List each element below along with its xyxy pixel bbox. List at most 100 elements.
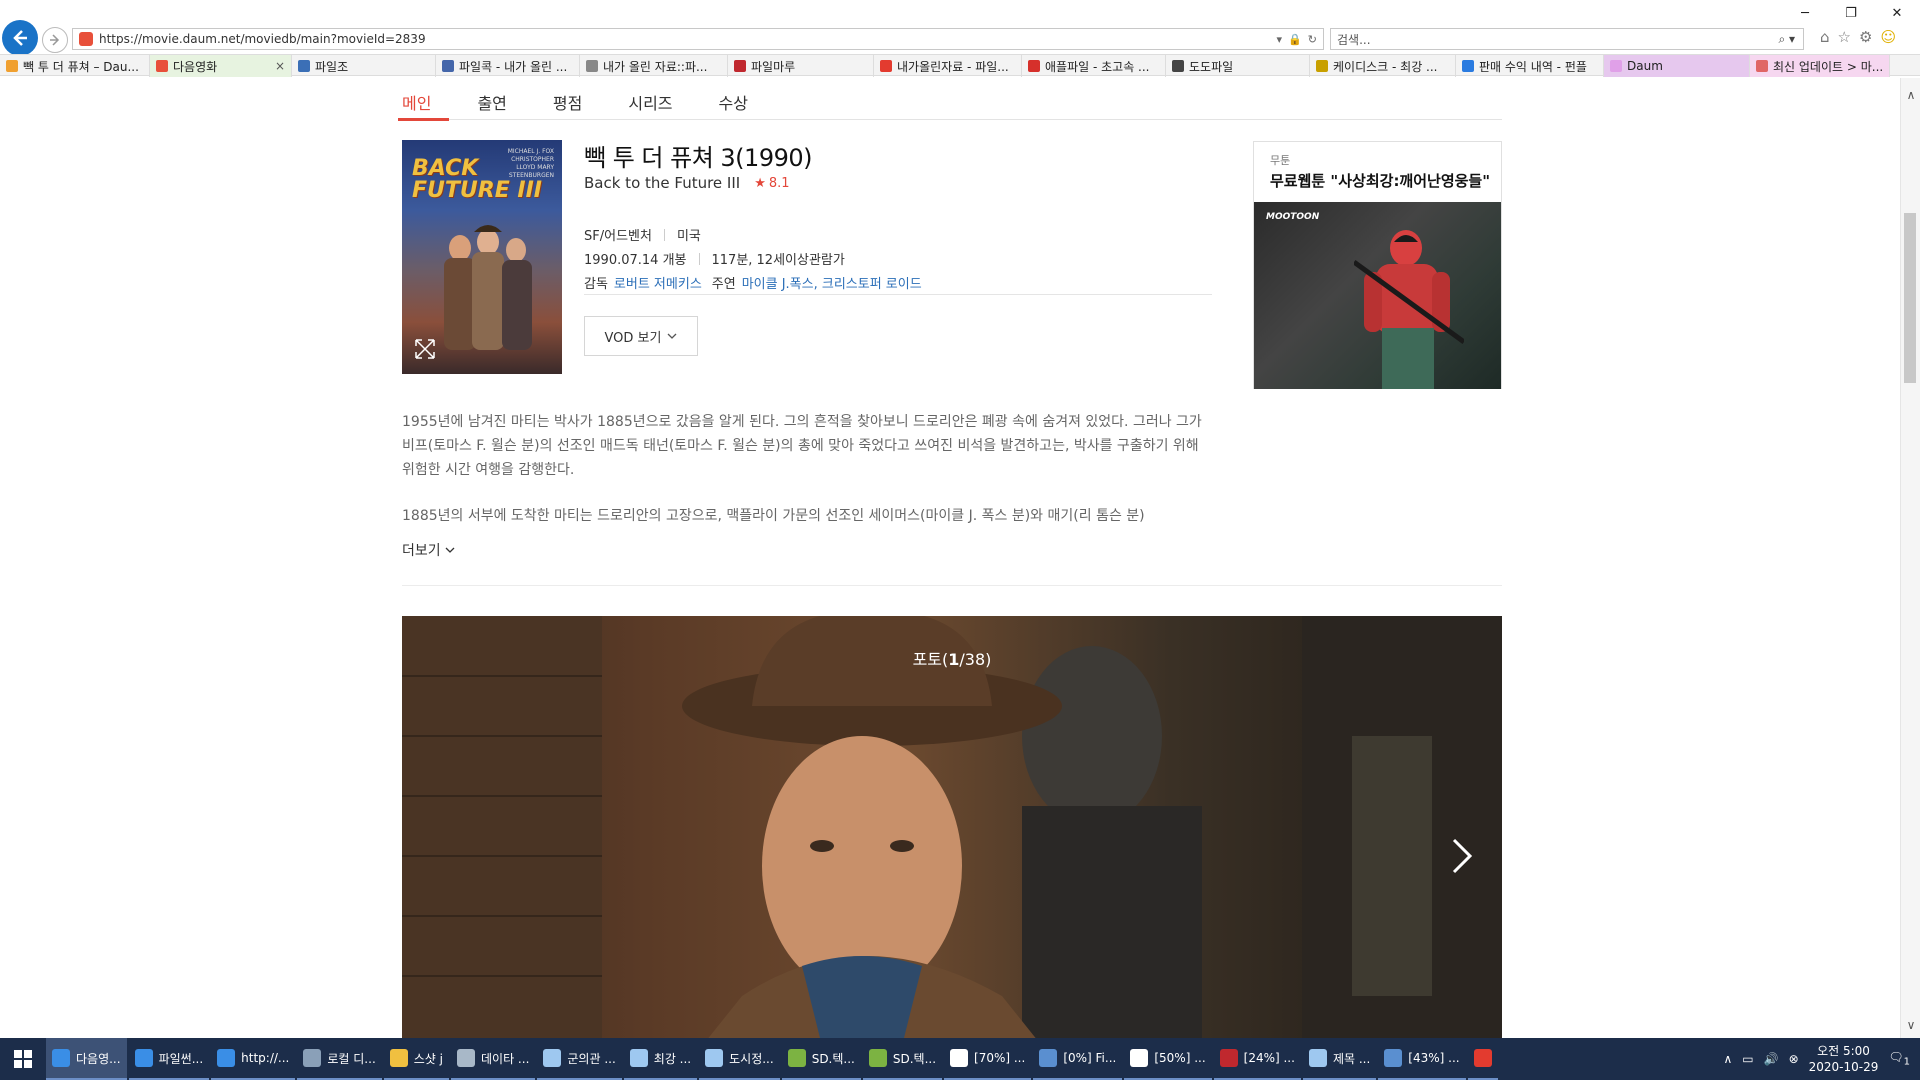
ad-title[interactable]: 무료웹툰 "사상최강:깨어난영웅들" (1270, 170, 1490, 191)
ad-image[interactable]: MOOTOON (1254, 202, 1501, 389)
refresh-icon[interactable]: ↻ (1308, 33, 1317, 46)
taskbar-item[interactable]: 최강 ... (623, 1038, 698, 1080)
taskbar-item[interactable]: 제목 ... (1302, 1038, 1377, 1080)
browser-tab[interactable]: 애플파일 - 초고속 ... (1022, 55, 1166, 77)
app-icon (629, 1049, 648, 1067)
browser-tab[interactable]: 내가 올린 자료::파... (580, 55, 728, 77)
taskbar-item[interactable]: 다음영... (46, 1038, 127, 1080)
browser-tab[interactable]: 내가올린자료 - 파일... (874, 55, 1022, 77)
taskbar-item[interactable]: [0%] Fi... (1033, 1038, 1123, 1080)
address-bar[interactable]: https://movie.daum.net/moviedb/main?movi… (72, 28, 1324, 50)
app-icon (705, 1049, 724, 1067)
tab-label: 빽 투 더 퓨쳐 – Dau... (23, 59, 139, 74)
volume-icon[interactable]: 🔊 (1764, 1052, 1779, 1066)
network-icon[interactable]: ▭ (1742, 1052, 1753, 1066)
taskbar-item[interactable]: [50%] ... (1124, 1038, 1212, 1080)
taskbar-item-label: [70%] ... (974, 1051, 1026, 1065)
vod-button[interactable]: VOD 보기 (584, 316, 698, 356)
notification-icon[interactable]: 🗨1 (1888, 1050, 1910, 1067)
search-icon[interactable]: ⌕ ▾ (1778, 32, 1803, 47)
director-label: 감독 (584, 277, 608, 292)
taskbar-item-label: [50%] ... (1154, 1051, 1206, 1065)
browser-tab[interactable]: 빽 투 더 퓨쳐 – Dau... (0, 55, 150, 77)
forward-button[interactable] (42, 27, 68, 53)
search-placeholder: 검색... (1337, 32, 1371, 47)
director-link[interactable]: 로버트 저메키스 (614, 273, 702, 292)
app-icon (52, 1049, 70, 1067)
smiley-feedback-icon[interactable]: ☺ (1880, 28, 1896, 46)
app-icon (303, 1049, 322, 1067)
browser-chrome: https://movie.daum.net/moviedb/main?movi… (0, 0, 1920, 78)
minimize-button[interactable]: ─ (1782, 0, 1828, 26)
app-icon (1039, 1049, 1058, 1067)
taskbar-item[interactable]: [43%] ... (1378, 1038, 1466, 1080)
taskbar-item[interactable] (1467, 1038, 1498, 1080)
site-favicon-icon (79, 32, 93, 46)
taskbar-item[interactable]: 파일썬... (128, 1038, 210, 1080)
tray-expand-icon[interactable]: ∧ (1723, 1052, 1732, 1066)
app-icon (950, 1049, 969, 1067)
browser-tab[interactable]: 다음영화 × (150, 55, 292, 77)
ad-brand-logo: MOOTOON (1266, 212, 1320, 222)
taskbar-item[interactable]: [70%] ... (944, 1038, 1032, 1080)
advertisement-banner[interactable]: 무툰 무료웹툰 "사상최강:깨어난영웅들" MOOTOON (1253, 141, 1502, 389)
lock-icon[interactable]: 🔒 (1288, 33, 1302, 46)
taskbar-item-label: 군의관 ... (567, 1051, 616, 1066)
settings-gear-icon[interactable]: ⚙ (1859, 28, 1872, 46)
browser-tab[interactable]: 케이디스크 - 최강 ... (1310, 55, 1456, 77)
taskbar-item[interactable]: SD.텍... (781, 1038, 861, 1080)
start-button[interactable] (0, 1038, 46, 1080)
dropdown-icon[interactable]: ▾ (1277, 33, 1283, 46)
tab-close-icon[interactable]: × (267, 59, 285, 73)
taskbar-item[interactable]: http://... (211, 1038, 296, 1080)
taskbar-item[interactable]: SD.텍... (862, 1038, 943, 1080)
clock[interactable]: 오전 5:00 2020-10-29 (1809, 1043, 1879, 1075)
taskbar-item[interactable]: 데이타 ... (451, 1038, 536, 1080)
windows-taskbar: 다음영... 파일썬... http://... 로컬 디... 스샷 j 데이타 ...… (0, 1038, 1920, 1080)
tab-label: 다음영화 (173, 59, 218, 74)
browser-tab[interactable]: 파일마루 (728, 55, 874, 77)
taskbar-item[interactable]: [24%] ... (1213, 1038, 1301, 1080)
taskbar-item-label: SD.텍... (892, 1051, 937, 1066)
browser-tab[interactable]: 도도파일 (1166, 55, 1310, 77)
synopsis: 1955년에 남겨진 마티는 박사가 1885년으로 갔음을 알게 된다. 그의… (402, 410, 1210, 550)
scroll-thumb[interactable] (1904, 213, 1916, 383)
expand-icon[interactable] (414, 338, 436, 360)
photo-slider[interactable]: 포토(1/38) (402, 616, 1502, 1038)
close-window-button[interactable]: ✕ (1874, 0, 1920, 26)
ime-icon[interactable]: ⊗ (1789, 1052, 1799, 1066)
taskbar-item[interactable]: 도시정... (699, 1038, 780, 1080)
scroll-up-icon[interactable]: ∧ (1901, 88, 1920, 102)
taskbar-item[interactable]: 군의관 ... (537, 1038, 622, 1080)
cast-link[interactable]: 마이클 J.폭스, 크리스토퍼 로이드 (742, 273, 922, 292)
restore-button[interactable]: ❐ (1828, 0, 1874, 26)
back-button[interactable] (2, 20, 38, 56)
tab-menu-item[interactable]: 시리즈 (628, 78, 672, 120)
vertical-scrollbar[interactable]: ∧ ∨ (1900, 78, 1920, 1038)
taskbar-item[interactable]: 스샷 j (383, 1038, 449, 1080)
taskbar-item[interactable]: 로컬 디... (297, 1038, 382, 1080)
browser-tab[interactable]: 파일콕 - 내가 올린 ... (436, 55, 580, 77)
favorites-star-icon[interactable]: ☆ (1838, 28, 1851, 46)
browser-search-box[interactable]: 검색... ⌕ ▾ (1330, 28, 1804, 50)
tab-label: 판매 수익 내역 - 펀플 (1479, 59, 1587, 74)
tab-menu-item[interactable]: 출연 (477, 78, 506, 120)
app-icon (134, 1049, 153, 1067)
movie-title: 빽 투 더 퓨쳐 3(1990) (584, 144, 813, 172)
tab-menu-item[interactable]: 수상 (719, 78, 748, 120)
next-arrow-icon[interactable] (1450, 836, 1474, 876)
browser-tab[interactable]: 파일조 (292, 55, 436, 77)
more-button[interactable]: 더보기 (402, 540, 455, 560)
tab-menu-item[interactable]: 메인 (397, 78, 451, 121)
release-date: 1990.07.14 개봉 (584, 253, 687, 268)
scroll-down-icon[interactable]: ∨ (1901, 1018, 1920, 1032)
browser-tab[interactable]: 최신 업데이트 > 마... (1750, 55, 1890, 77)
tab-menu-item[interactable]: 평점 (553, 78, 582, 120)
home-icon[interactable]: ⌂ (1820, 28, 1830, 46)
tab-label: 최신 업데이트 > 마... (1773, 59, 1884, 74)
chevron-down-icon (668, 333, 677, 339)
browser-tab[interactable]: Daum (1604, 55, 1750, 77)
country: 미국 (676, 229, 701, 244)
browser-tab[interactable]: 판매 수익 내역 - 펀플 (1456, 55, 1604, 77)
movie-poster[interactable]: MICHAEL J. FOX CHRISTOPHER LLOYD MARY ST… (402, 140, 562, 374)
